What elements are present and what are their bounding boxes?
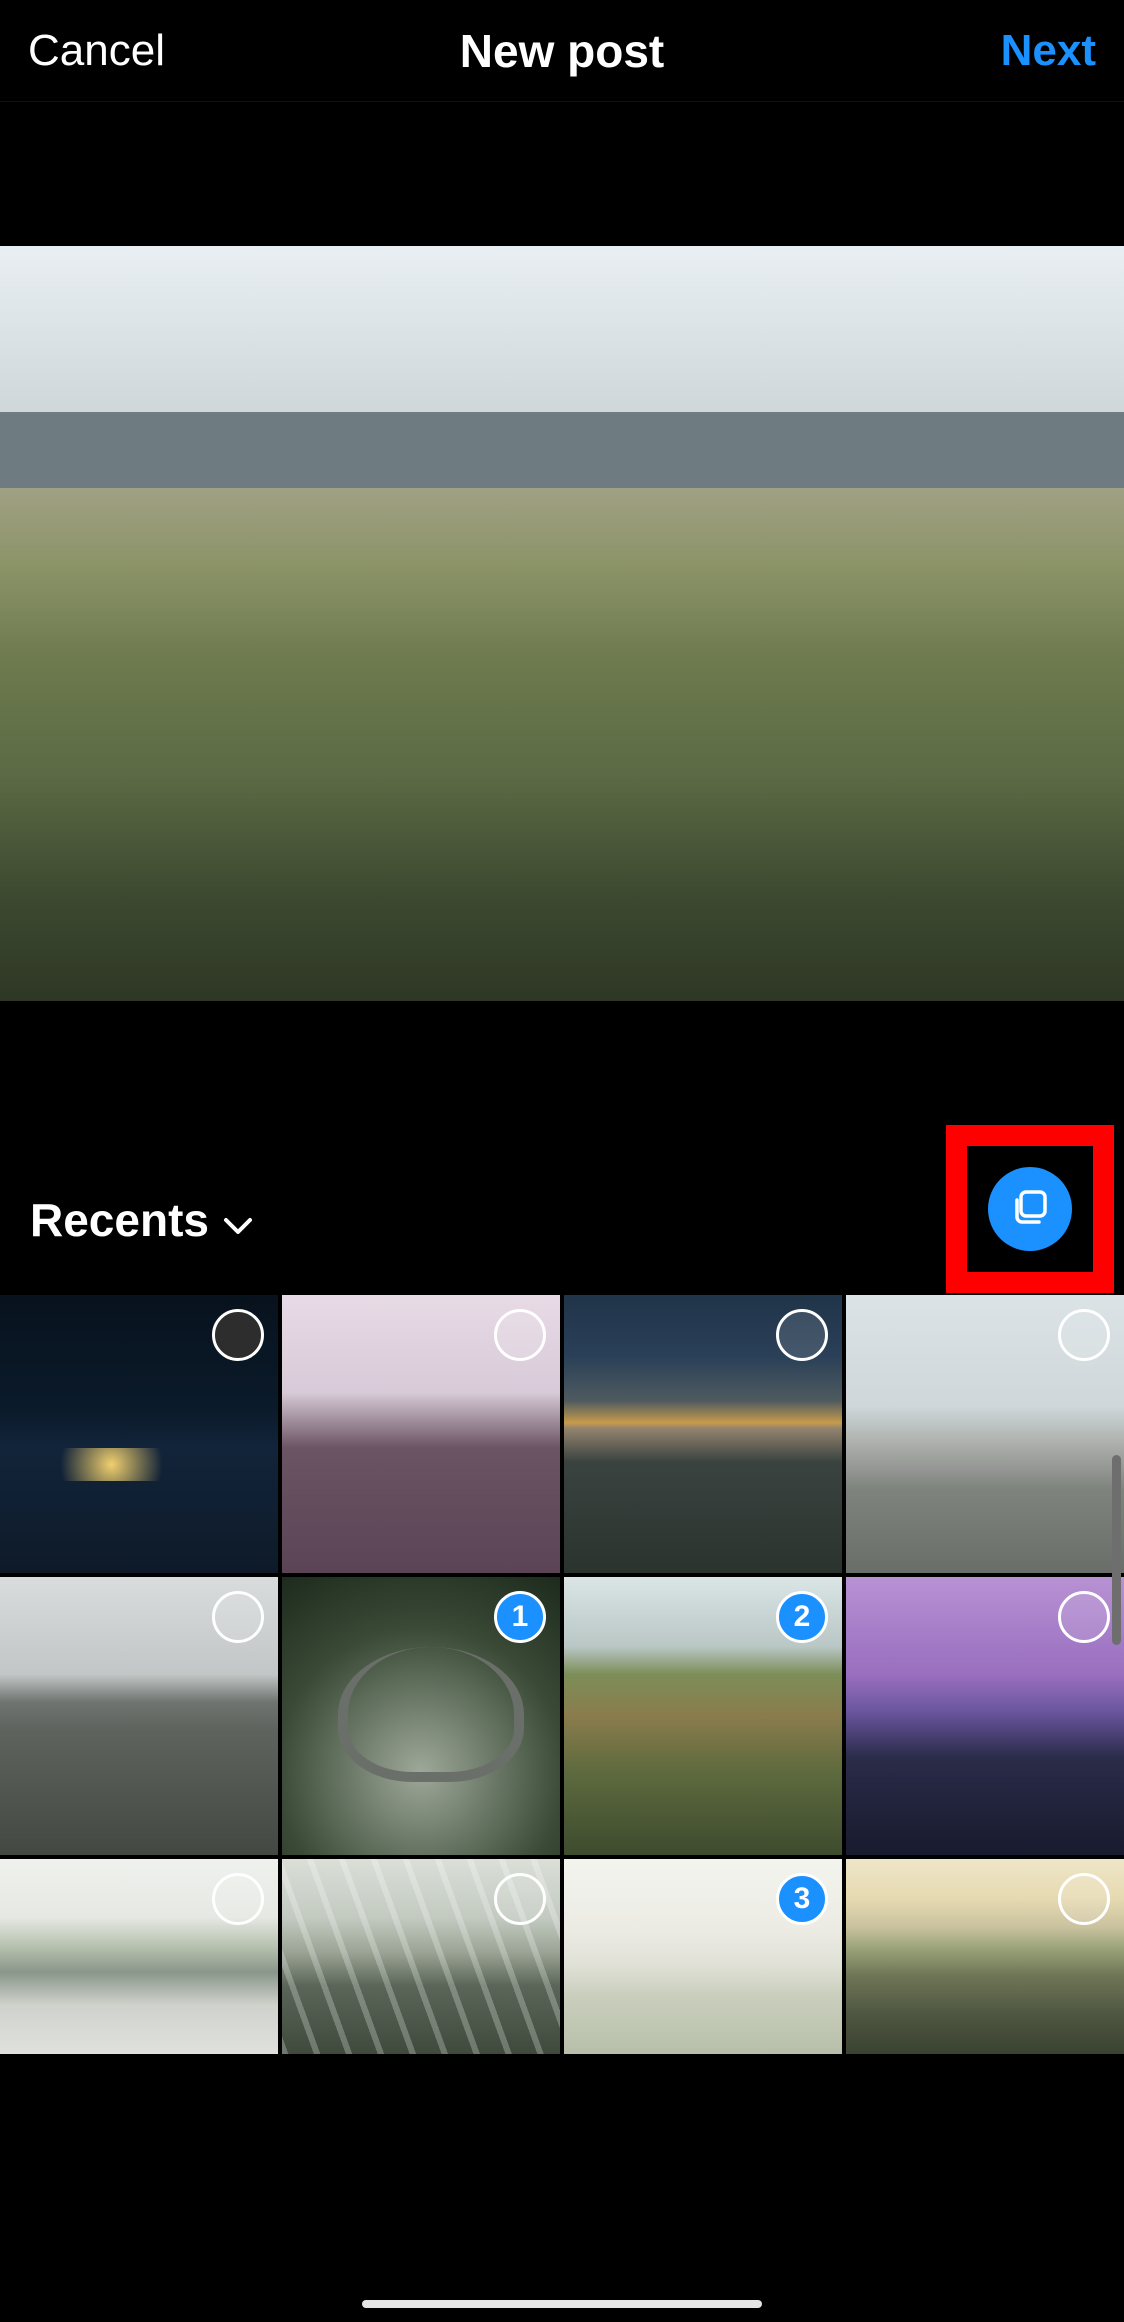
- selection-indicator[interactable]: [212, 1309, 264, 1361]
- photo-thumb[interactable]: [564, 1295, 842, 1573]
- photo-thumb[interactable]: 1: [282, 1577, 560, 1855]
- chevron-down-icon: [223, 1193, 253, 1247]
- photo-thumb[interactable]: 3: [564, 1859, 842, 2054]
- photo-thumb[interactable]: [846, 1859, 1124, 2054]
- photo-thumb[interactable]: [282, 1295, 560, 1573]
- photo-grid-row: 3: [0, 1859, 1124, 2054]
- selection-indicator[interactable]: [494, 1309, 546, 1361]
- selection-indicator[interactable]: [1058, 1873, 1110, 1925]
- selection-indicator[interactable]: [494, 1873, 546, 1925]
- preview-area[interactable]: [0, 102, 1124, 1145]
- photo-thumb[interactable]: [282, 1859, 560, 2054]
- selection-order-badge[interactable]: 2: [776, 1591, 828, 1643]
- next-button[interactable]: Next: [1001, 26, 1096, 76]
- grid-scrollbar[interactable]: [1112, 1455, 1121, 1645]
- preview-image[interactable]: [0, 246, 1124, 1001]
- photo-thumb[interactable]: [0, 1859, 278, 2054]
- header-bar: Cancel New post Next: [0, 0, 1124, 102]
- photo-thumb[interactable]: [846, 1295, 1124, 1573]
- selection-indicator[interactable]: [212, 1591, 264, 1643]
- annotation-highlight: [946, 1125, 1114, 1293]
- selection-indicator[interactable]: [212, 1873, 264, 1925]
- selection-indicator[interactable]: [1058, 1591, 1110, 1643]
- selection-order-badge[interactable]: 3: [776, 1873, 828, 1925]
- selection-indicator[interactable]: [1058, 1309, 1110, 1361]
- page-title: New post: [460, 24, 664, 78]
- multi-select-button[interactable]: [988, 1167, 1072, 1251]
- photo-thumb[interactable]: [0, 1295, 278, 1573]
- home-indicator[interactable]: [362, 2300, 762, 2308]
- selection-order-badge[interactable]: 1: [494, 1591, 546, 1643]
- stack-icon: [1009, 1186, 1051, 1233]
- photo-thumb[interactable]: [0, 1577, 278, 1855]
- photo-grid: 1 2: [0, 1295, 1124, 1855]
- cancel-button[interactable]: Cancel: [28, 26, 165, 76]
- album-picker[interactable]: Recents: [30, 1193, 253, 1247]
- album-row: Recents: [0, 1145, 1124, 1295]
- photo-thumb[interactable]: [846, 1577, 1124, 1855]
- photo-thumb[interactable]: 2: [564, 1577, 842, 1855]
- album-label: Recents: [30, 1193, 209, 1247]
- selection-indicator[interactable]: [776, 1309, 828, 1361]
